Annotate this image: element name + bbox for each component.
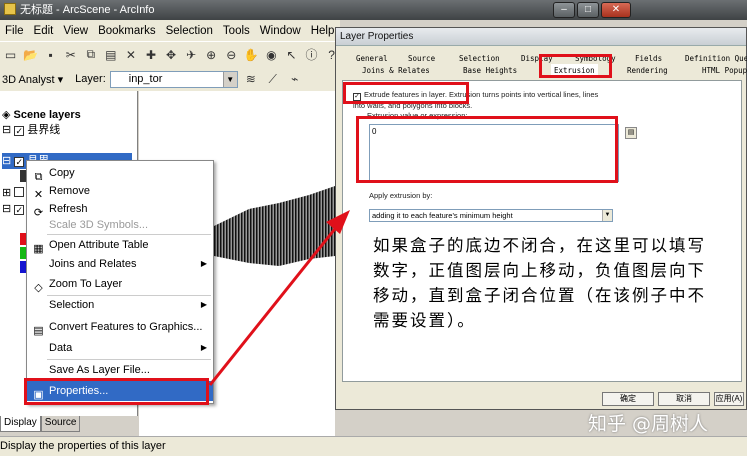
annotation-arrow — [208, 210, 350, 386]
watermark: 知乎 @周树人 — [588, 413, 709, 435]
